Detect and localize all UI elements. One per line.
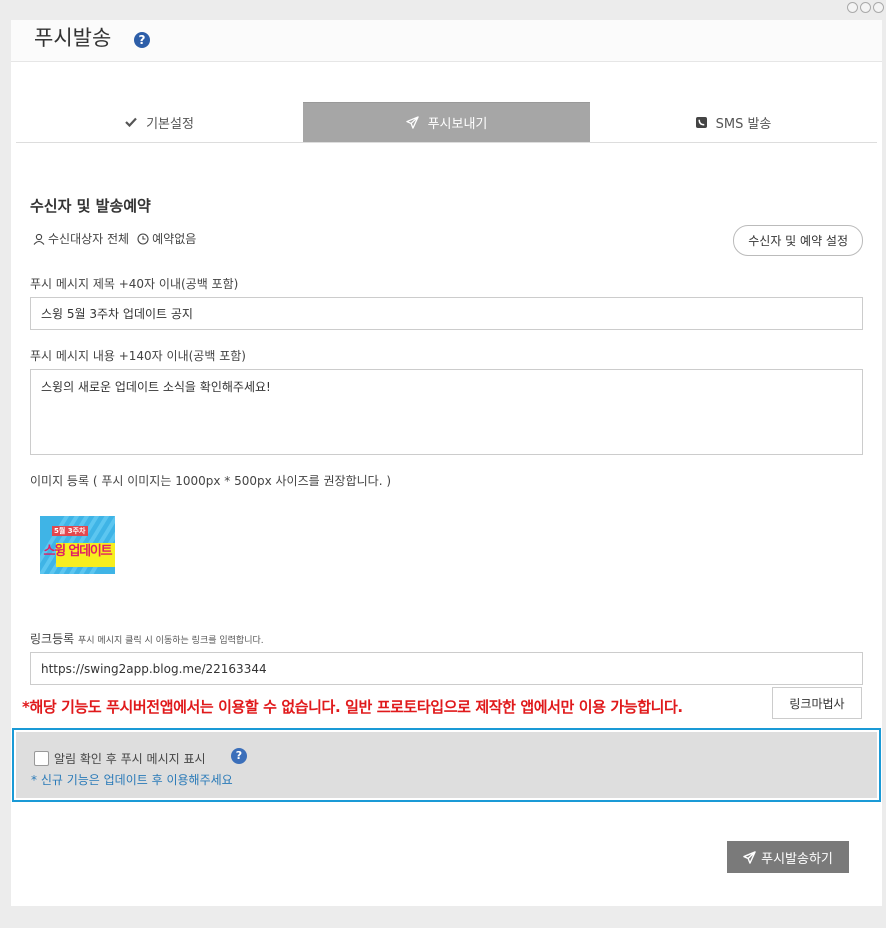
- tab-label: 기본설정: [146, 116, 194, 132]
- link-label: 링크등록: [30, 632, 75, 646]
- notice-box: 알림 확인 후 푸시 메시지 표시 ? * 신규 기능은 업데이트 후 이용해주…: [12, 728, 881, 802]
- image-label: 이미지 등록 ( 푸시 이미지는 1000px * 500px 사이즈를 권장합…: [30, 474, 392, 488]
- push-body-textarea[interactable]: 스윙의 새로운 업데이트 소식을 확인해주세요!: [30, 369, 863, 455]
- tab-basic-settings[interactable]: 기본설정: [16, 102, 303, 142]
- window-dot-icon[interactable]: [847, 2, 858, 13]
- check-icon: [125, 117, 137, 127]
- warning-text: *해당 기능도 푸시버전앱에서는 이용할 수 없습니다. 일반 프로토타입으로 …: [22, 698, 683, 716]
- window-dot-icon[interactable]: [860, 2, 871, 13]
- page-title: 푸시발송: [34, 26, 112, 50]
- phone-icon: [695, 116, 707, 128]
- tab-label: 푸시보내기: [427, 117, 488, 132]
- schedule-label: 예약없음: [152, 232, 197, 246]
- body-label: 푸시 메시지 내용 +140자 이내(공백 포함): [30, 349, 246, 363]
- tab-bar: 기본설정 푸시보내기 SMS 발송: [16, 102, 877, 143]
- link-wizard-button[interactable]: 링크마법사: [772, 687, 862, 719]
- recipients-section-title: 수신자 및 발송예약: [30, 197, 151, 215]
- link-label-row: 링크등록 푸시 메시지 클릭 시 이동하는 링크를 입력합니다.: [30, 630, 264, 647]
- window-dot-icon[interactable]: [873, 2, 884, 13]
- help-icon[interactable]: ?: [134, 32, 150, 48]
- tab-sms[interactable]: SMS 발송: [590, 102, 877, 142]
- push-panel: 푸시발송 ? 기본설정 푸시보내기 SMS 발송 수신자 및 발송예약 수신대상…: [11, 20, 882, 906]
- image-caption-top: 5월 3주차: [52, 526, 88, 536]
- tab-label: SMS 발송: [715, 116, 772, 132]
- update-note: * 신규 기능은 업데이트 후 이용해주세요: [31, 773, 233, 787]
- target-label: 수신대상자 전체: [48, 232, 130, 246]
- help-icon[interactable]: ?: [231, 748, 247, 764]
- recipients-summary: 수신대상자 전체 예약없음: [33, 230, 196, 247]
- paper-plane-icon: [405, 116, 419, 129]
- page-header: 푸시발송 ?: [11, 20, 882, 62]
- checkbox-label: 알림 확인 후 푸시 메시지 표시: [54, 752, 206, 766]
- image-caption-main: 스윙 업데이트: [43, 544, 113, 559]
- clock-icon: [137, 232, 149, 245]
- window-controls: [847, 2, 884, 13]
- target-summary: 수신대상자 전체: [33, 230, 129, 247]
- link-input[interactable]: [30, 652, 863, 685]
- link-hint: 푸시 메시지 클릭 시 이동하는 링크를 입력합니다.: [78, 636, 264, 646]
- paper-plane-icon: [743, 850, 756, 864]
- notice-inner: 알림 확인 후 푸시 메시지 표시 ? * 신규 기능은 업데이트 후 이용해주…: [16, 732, 877, 798]
- recipient-settings-button[interactable]: 수신자 및 예약 설정: [733, 225, 863, 256]
- schedule-summary: 예약없음: [137, 230, 196, 247]
- send-push-button[interactable]: 푸시발송하기: [727, 841, 849, 873]
- show-after-confirm-checkbox[interactable]: [34, 751, 49, 766]
- title-label: 푸시 메시지 제목 +40자 이내(공백 포함): [30, 277, 239, 291]
- user-icon: [33, 233, 45, 245]
- push-image-thumbnail[interactable]: 5월 3주차 스윙 업데이트: [40, 516, 115, 574]
- send-button-label: 푸시발송하기: [761, 851, 833, 867]
- tab-send-push[interactable]: 푸시보내기: [303, 102, 590, 142]
- push-title-input[interactable]: [30, 297, 863, 330]
